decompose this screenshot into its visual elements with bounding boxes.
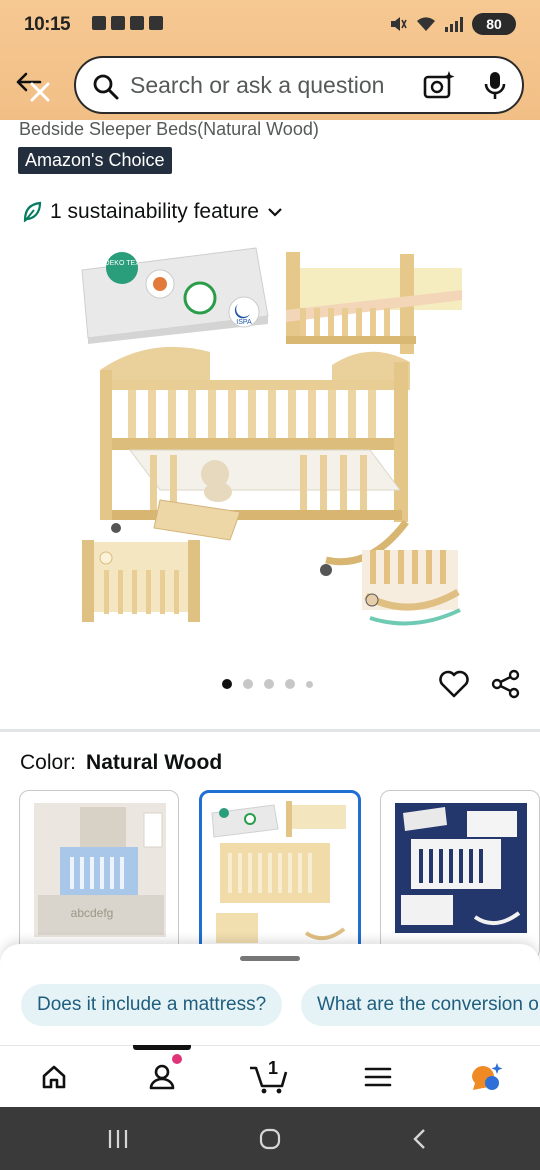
search-input[interactable]: Search or ask a question [130, 72, 384, 99]
nav-account[interactable] [132, 1046, 192, 1108]
color-swatch-natural-wood[interactable] [199, 790, 361, 960]
color-swatch-white[interactable] [380, 790, 540, 960]
user-icon [149, 1064, 175, 1090]
notification-dot [172, 1054, 182, 1064]
notification-icon [130, 16, 144, 30]
ispa-logo: ISPA [236, 319, 252, 326]
swatch-image [211, 801, 346, 943]
side-crib-image [82, 540, 200, 622]
recent-apps-button[interactable] [88, 1107, 148, 1170]
wifi-icon [417, 17, 435, 31]
color-swatch-light-blue[interactable]: abcdefg [19, 790, 179, 960]
notification-icons [92, 16, 163, 30]
search-icon [93, 74, 119, 100]
rocker-detail-image [362, 550, 461, 626]
sheet-drag-handle[interactable] [240, 956, 300, 961]
leaf-icon [23, 201, 42, 223]
camera-search-icon[interactable] [422, 70, 456, 102]
menu-icon [364, 1067, 392, 1087]
notification-icon [92, 16, 106, 30]
system-navigation-bar [0, 1107, 540, 1170]
home-button[interactable] [240, 1107, 300, 1170]
svg-text:abcdefg: abcdefg [71, 906, 114, 920]
back-button[interactable] [14, 68, 58, 108]
product-title[interactable]: Bedside Sleeper Beds(Natural Wood) [19, 119, 319, 140]
carousel-dot[interactable] [306, 680, 313, 688]
swatch-image [395, 803, 527, 933]
status-time: 10:15 [24, 14, 71, 35]
recent-apps-icon [108, 1129, 128, 1148]
nav-menu[interactable] [348, 1046, 408, 1108]
color-selector-heading: Color: Natural Wood [20, 751, 222, 775]
amazons-choice-badge: Amazon's Choice [18, 147, 172, 174]
notification-icon [111, 16, 125, 30]
nav-cart[interactable]: 1 [238, 1046, 298, 1108]
oeko-tex-logo: OEKO TEX [104, 260, 140, 267]
search-bar[interactable]: Search or ask a question [74, 56, 524, 114]
carousel-dot[interactable] [243, 679, 253, 689]
rufus-assistant-icon [472, 1063, 503, 1090]
notification-icon [149, 16, 163, 30]
nav-home[interactable] [24, 1046, 84, 1108]
chevron-left-icon [413, 1128, 425, 1149]
share-icon[interactable] [490, 668, 522, 700]
microphone-icon[interactable] [482, 70, 508, 102]
image-carousel-indicator[interactable] [222, 679, 313, 689]
carousel-dot[interactable] [285, 679, 295, 689]
suggested-questions-sheet: Does it include a mattress? What are the… [0, 944, 540, 1054]
chevron-down-icon [268, 208, 282, 217]
mute-icon [391, 17, 407, 31]
swatch-image: abcdefg [34, 803, 166, 937]
mattress-illustration: OEKO TEX ISPA [81, 247, 269, 344]
nav-rufus-assistant[interactable] [456, 1046, 516, 1108]
question-chip[interactable]: What are the conversion options? [301, 984, 540, 1026]
carousel-dot[interactable] [222, 679, 232, 689]
bottom-navigation: 1 [0, 1045, 540, 1107]
home-icon [42, 1065, 66, 1089]
signal-icon [445, 16, 463, 32]
crib-with-bedding-image [286, 252, 462, 354]
selected-color-value: Natural Wood [86, 751, 223, 774]
product-image[interactable]: OEKO TEX ISPA [70, 240, 470, 640]
wishlist-heart-icon[interactable] [438, 668, 470, 700]
back-arrow-icon [16, 72, 50, 102]
system-back-button[interactable] [390, 1107, 450, 1170]
carousel-dot[interactable] [264, 679, 274, 689]
main-crib-image [100, 346, 410, 576]
section-divider [0, 729, 540, 732]
cart-count: 1 [268, 1058, 279, 1078]
color-label: Color: [20, 751, 77, 774]
home-circle-icon [259, 1128, 281, 1149]
battery-indicator: 80 [472, 13, 516, 35]
sustainability-feature-link[interactable]: 1 sustainability feature [22, 200, 283, 224]
status-bar: 10:15 80 [0, 0, 540, 50]
app-header: 10:15 80 Search or ask a question [0, 0, 540, 120]
sustainability-label: 1 sustainability feature [50, 200, 259, 223]
question-chip[interactable]: Does it include a mattress? [21, 984, 283, 1026]
